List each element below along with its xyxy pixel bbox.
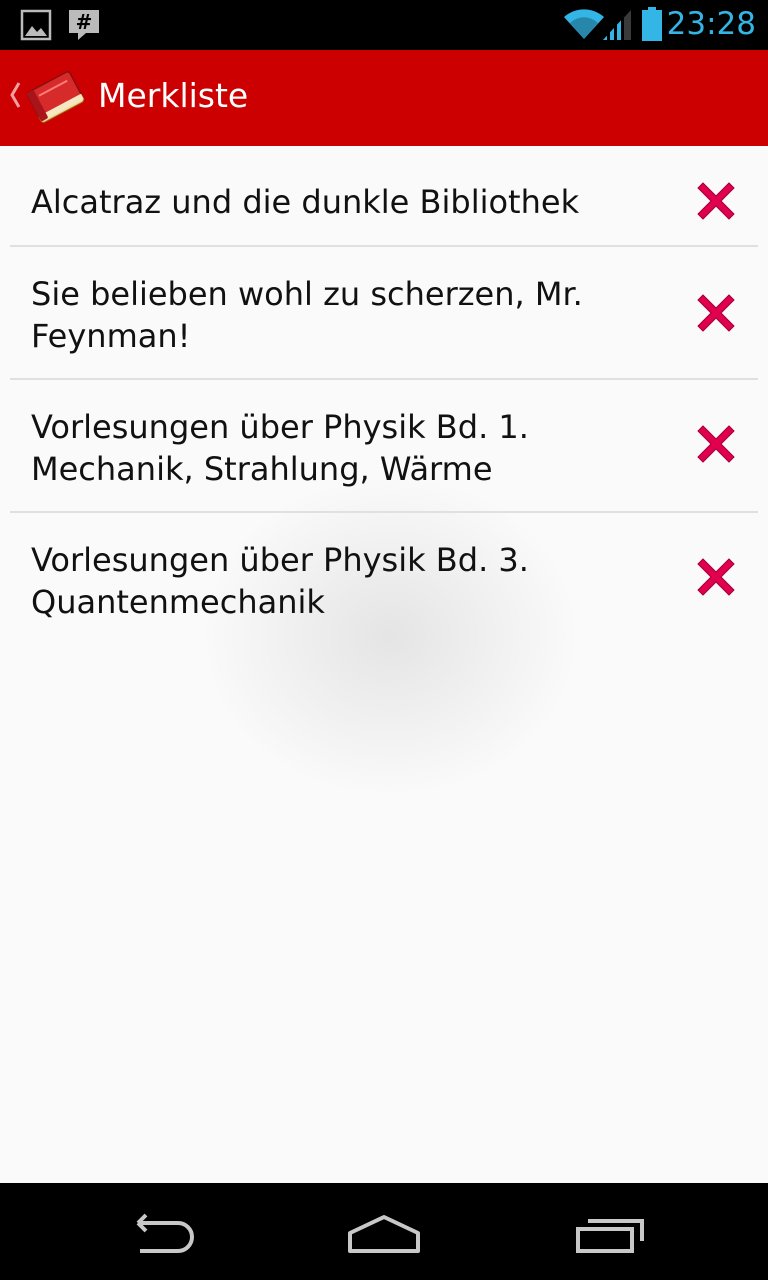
- signal-icon: [603, 10, 631, 40]
- chevron-left-icon: [10, 82, 21, 108]
- close-icon[interactable]: [694, 555, 738, 599]
- close-icon[interactable]: [694, 291, 738, 335]
- close-icon[interactable]: [694, 422, 738, 466]
- action-bar: Merkliste: [0, 50, 768, 146]
- screen: # 23:28 Merkliste Alcatraz und die dunkl…: [0, 0, 768, 1280]
- wifi-icon: [564, 9, 604, 39]
- clock: 23:28: [666, 6, 756, 42]
- hashtag-message-icon: #: [69, 10, 99, 40]
- navigation-bar: [0, 1183, 768, 1280]
- back-icon[interactable]: [122, 1213, 198, 1255]
- battery-icon: [642, 7, 662, 41]
- bookmark-list: Alcatraz und die dunkle Bibliothek Sie b…: [0, 146, 768, 1183]
- svg-text:#: #: [76, 10, 93, 34]
- home-icon[interactable]: [344, 1213, 424, 1255]
- list-item[interactable]: Alcatraz und die dunkle Bibliothek: [10, 146, 758, 247]
- up-navigation-button[interactable]: Merkliste: [0, 50, 250, 146]
- list-item[interactable]: Sie belieben wohl zu scherzen, Mr. Feynm…: [10, 247, 758, 380]
- list-item[interactable]: Vorlesungen über Physik Bd. 1. Mechanik,…: [10, 380, 758, 513]
- status-bar: # 23:28: [0, 0, 768, 50]
- page-title: Merkliste: [98, 76, 249, 115]
- item-title: Vorlesungen über Physik Bd. 1. Mechanik,…: [31, 408, 529, 488]
- item-title: Vorlesungen über Physik Bd. 3. Quantenme…: [31, 541, 529, 621]
- image-icon: [20, 9, 52, 41]
- book-icon: [26, 71, 85, 123]
- item-title: Alcatraz und die dunkle Bibliothek: [31, 183, 580, 221]
- list-item[interactable]: Vorlesungen über Physik Bd. 3. Quantenme…: [10, 513, 758, 646]
- item-title: Sie belieben wohl zu scherzen, Mr. Feynm…: [31, 275, 583, 355]
- close-icon[interactable]: [694, 179, 738, 223]
- recent-apps-icon[interactable]: [572, 1215, 648, 1255]
